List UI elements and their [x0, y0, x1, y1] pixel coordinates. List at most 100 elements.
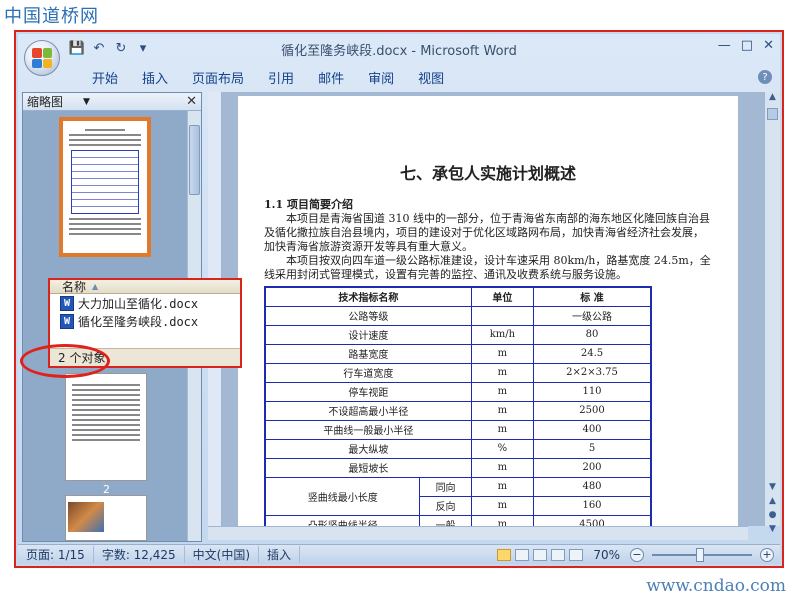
paragraph-1: 本项目是青海省国道 310 线中的一部分，位于青海省东南部的海东地区化隆回族自治… [264, 212, 710, 253]
table-cell: m [470, 476, 535, 497]
table-cell: 公路等级 [264, 305, 472, 326]
tab-page-layout[interactable]: 页面布局 [180, 66, 256, 89]
table-cell: 最短坡长 [264, 457, 472, 478]
file-list-header[interactable]: 名称 ▲ [50, 280, 240, 294]
zoom-level[interactable]: 70% [587, 548, 626, 562]
zoom-slider-knob[interactable] [696, 547, 704, 562]
page-count[interactable]: 页面: 1/15 [18, 546, 94, 563]
outline-view-icon[interactable] [551, 548, 566, 561]
window-controls: — □ ✕ [718, 38, 774, 53]
file-item[interactable]: W 大力加山至循化.docx [50, 294, 240, 312]
maximize-icon[interactable]: □ [741, 38, 753, 53]
table-cell: 平曲线一般最小半径 [264, 419, 472, 440]
word-window: 循化至隆务峡段.docx - Microsoft Word 💾 ↶ ↻ ▾ — … [18, 34, 780, 564]
language-indicator[interactable]: 中文(中国) [185, 546, 260, 563]
thumbnail-page-2[interactable] [65, 373, 147, 481]
tab-view[interactable]: 视图 [406, 66, 456, 89]
highlight-circle [20, 344, 110, 378]
zoom-slider[interactable] [652, 547, 752, 562]
thumbnail-photo [68, 502, 104, 532]
view-buttons: 70% − + [497, 547, 780, 562]
scroll-up-icon[interactable]: ▲ [765, 92, 780, 106]
section-heading: 1.1 项目简要介绍 [264, 198, 353, 211]
office-button[interactable] [24, 40, 60, 76]
thumbnail-page-3[interactable] [65, 495, 147, 541]
customize-toolbar-icon[interactable]: ▾ [134, 39, 152, 57]
table-cell: 同向 [419, 476, 472, 497]
draft-view-icon[interactable] [569, 548, 584, 561]
print-layout-icon[interactable] [497, 548, 512, 561]
table-cell: m [470, 343, 535, 364]
quick-access-toolbar: 💾 ↶ ↻ ▾ [68, 39, 152, 57]
table-row: 最短坡长 m 200 [264, 457, 652, 478]
column-name-label: 名称 [62, 280, 87, 294]
undo-icon[interactable]: ↶ [90, 39, 108, 57]
chevron-down-icon[interactable]: ▼ [83, 97, 90, 107]
tab-insert[interactable]: 插入 [130, 66, 180, 89]
table-cell: 不设超高最小半径 [264, 400, 472, 421]
table-row: 凸形竖曲线半径 一般 m 4500 [264, 514, 652, 526]
scroll-down-icon[interactable]: ▼ [765, 482, 780, 496]
browse-object-icon[interactable]: ● [765, 510, 780, 524]
table-cell: 2500 [533, 400, 652, 421]
document-title: 七、承包人实施计划概述 [399, 164, 576, 183]
ribbon-tabs: 开始 插入 页面布局 引用 邮件 审阅 视图 [80, 66, 456, 89]
thumbnail-page-1[interactable] [59, 117, 151, 257]
watermark-top: 中国道桥网 [4, 6, 99, 27]
thumbnail-pane-title: 缩略图 [27, 95, 64, 109]
zoom-out-icon[interactable]: − [630, 547, 644, 562]
previous-page-icon[interactable]: ▲ [765, 496, 780, 510]
tab-references[interactable]: 引用 [256, 66, 306, 89]
insert-mode[interactable]: 插入 [259, 546, 301, 563]
redo-icon[interactable]: ↻ [112, 39, 130, 57]
table-cell: 200 [533, 457, 652, 478]
table-cell: km/h [470, 324, 535, 345]
table-cell [470, 305, 535, 326]
vertical-scrollbar[interactable]: ▲ ▼ ▲ ● ▼ [764, 92, 780, 534]
table-header: 单位 [470, 286, 535, 307]
help-icon[interactable]: ? [758, 70, 772, 84]
save-icon[interactable]: 💾 [68, 39, 86, 57]
tab-review[interactable]: 审阅 [356, 66, 406, 89]
table-cell: 480 [533, 476, 652, 497]
table-cell: 400 [533, 419, 652, 440]
scrollbar-thumb[interactable] [189, 125, 200, 195]
table-row: 停车视距 m 110 [264, 381, 652, 402]
table-header: 标 准 [533, 286, 652, 307]
table-row: 行车道宽度 m 2×2×3.75 [264, 362, 652, 383]
document-page[interactable]: 七、承包人实施计划概述 1.1 项目简要介绍 本项目是青海省国道 310 线中的… [238, 96, 738, 526]
table-cell: 停车视距 [264, 381, 472, 402]
status-bar: 页面: 1/15 字数: 12,425 中文(中国) 插入 70% − + [18, 544, 780, 564]
tab-mailings[interactable]: 邮件 [306, 66, 356, 89]
table-cell: m [470, 495, 535, 516]
table-cell: m [470, 400, 535, 421]
zoom-in-icon[interactable]: + [760, 547, 774, 562]
title-bar: 循化至隆务峡段.docx - Microsoft Word 💾 ↶ ↻ ▾ — … [18, 34, 780, 62]
table-cell: 反向 [419, 495, 472, 516]
tab-home[interactable]: 开始 [80, 66, 130, 89]
table-header-row: 技术指标名称 单位 标 准 [264, 286, 652, 307]
table-cell: 2×2×3.75 [533, 362, 652, 383]
table-row: 设计速度 km/h 80 [264, 324, 652, 345]
table-cell: 24.5 [533, 343, 652, 364]
next-page-icon[interactable]: ▼ [765, 524, 780, 538]
spec-table: 技术指标名称 单位 标 准 公路等级 一级公路 设计速度 km/h 80 路基宽度 m 2… [264, 286, 652, 526]
table-cell: 设计速度 [264, 324, 472, 345]
close-icon[interactable]: ✕ [763, 38, 774, 53]
full-screen-reading-icon[interactable] [515, 548, 530, 561]
thumbnail-pane-header: 缩略图 ▼ ✕ [23, 93, 201, 111]
word-count[interactable]: 字数: 12,425 [94, 546, 185, 563]
minimize-icon[interactable]: — [718, 38, 731, 53]
horizontal-scrollbar[interactable] [208, 526, 748, 540]
file-item[interactable]: W 循化至隆务峡段.docx [50, 312, 240, 330]
screenshot-frame: 循化至隆务峡段.docx - Microsoft Word 💾 ↶ ↻ ▾ — … [14, 30, 784, 568]
table-cell: 80 [533, 324, 652, 345]
scrollbar-thumb[interactable] [767, 108, 778, 120]
word-doc-icon: W [60, 295, 74, 311]
table-cell: m [470, 419, 535, 440]
table-row: 平曲线一般最小半径 m 400 [264, 419, 652, 440]
table-cell: 一级公路 [533, 305, 652, 326]
close-pane-icon[interactable]: ✕ [186, 94, 197, 109]
table-row: 公路等级 一级公路 [264, 305, 652, 326]
web-layout-icon[interactable] [533, 548, 548, 561]
